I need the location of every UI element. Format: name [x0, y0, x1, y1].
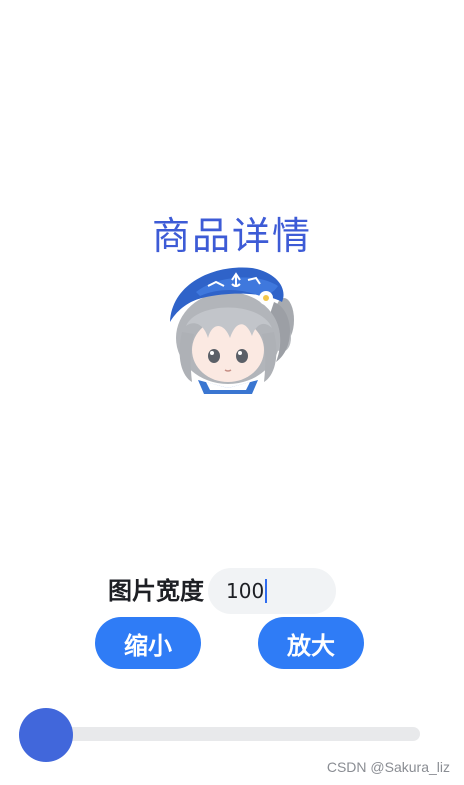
image-width-value: 100 [226, 579, 265, 603]
image-width-label: 图片宽度 [108, 577, 204, 605]
image-width-row: 图片宽度 100 [108, 568, 336, 614]
product-image [156, 262, 296, 394]
width-slider-thumb[interactable] [19, 708, 73, 762]
avatar-girl-icon [170, 267, 294, 394]
image-width-input[interactable]: 100 [208, 568, 336, 614]
watermark-text: CSDN @Sakura_liz [326, 759, 450, 775]
width-slider-track[interactable] [22, 727, 420, 741]
shrink-button[interactable]: 缩小 [95, 617, 201, 669]
page-title: 商品详情 [151, 214, 312, 258]
text-caret [265, 579, 268, 603]
enlarge-button[interactable]: 放大 [258, 617, 364, 669]
